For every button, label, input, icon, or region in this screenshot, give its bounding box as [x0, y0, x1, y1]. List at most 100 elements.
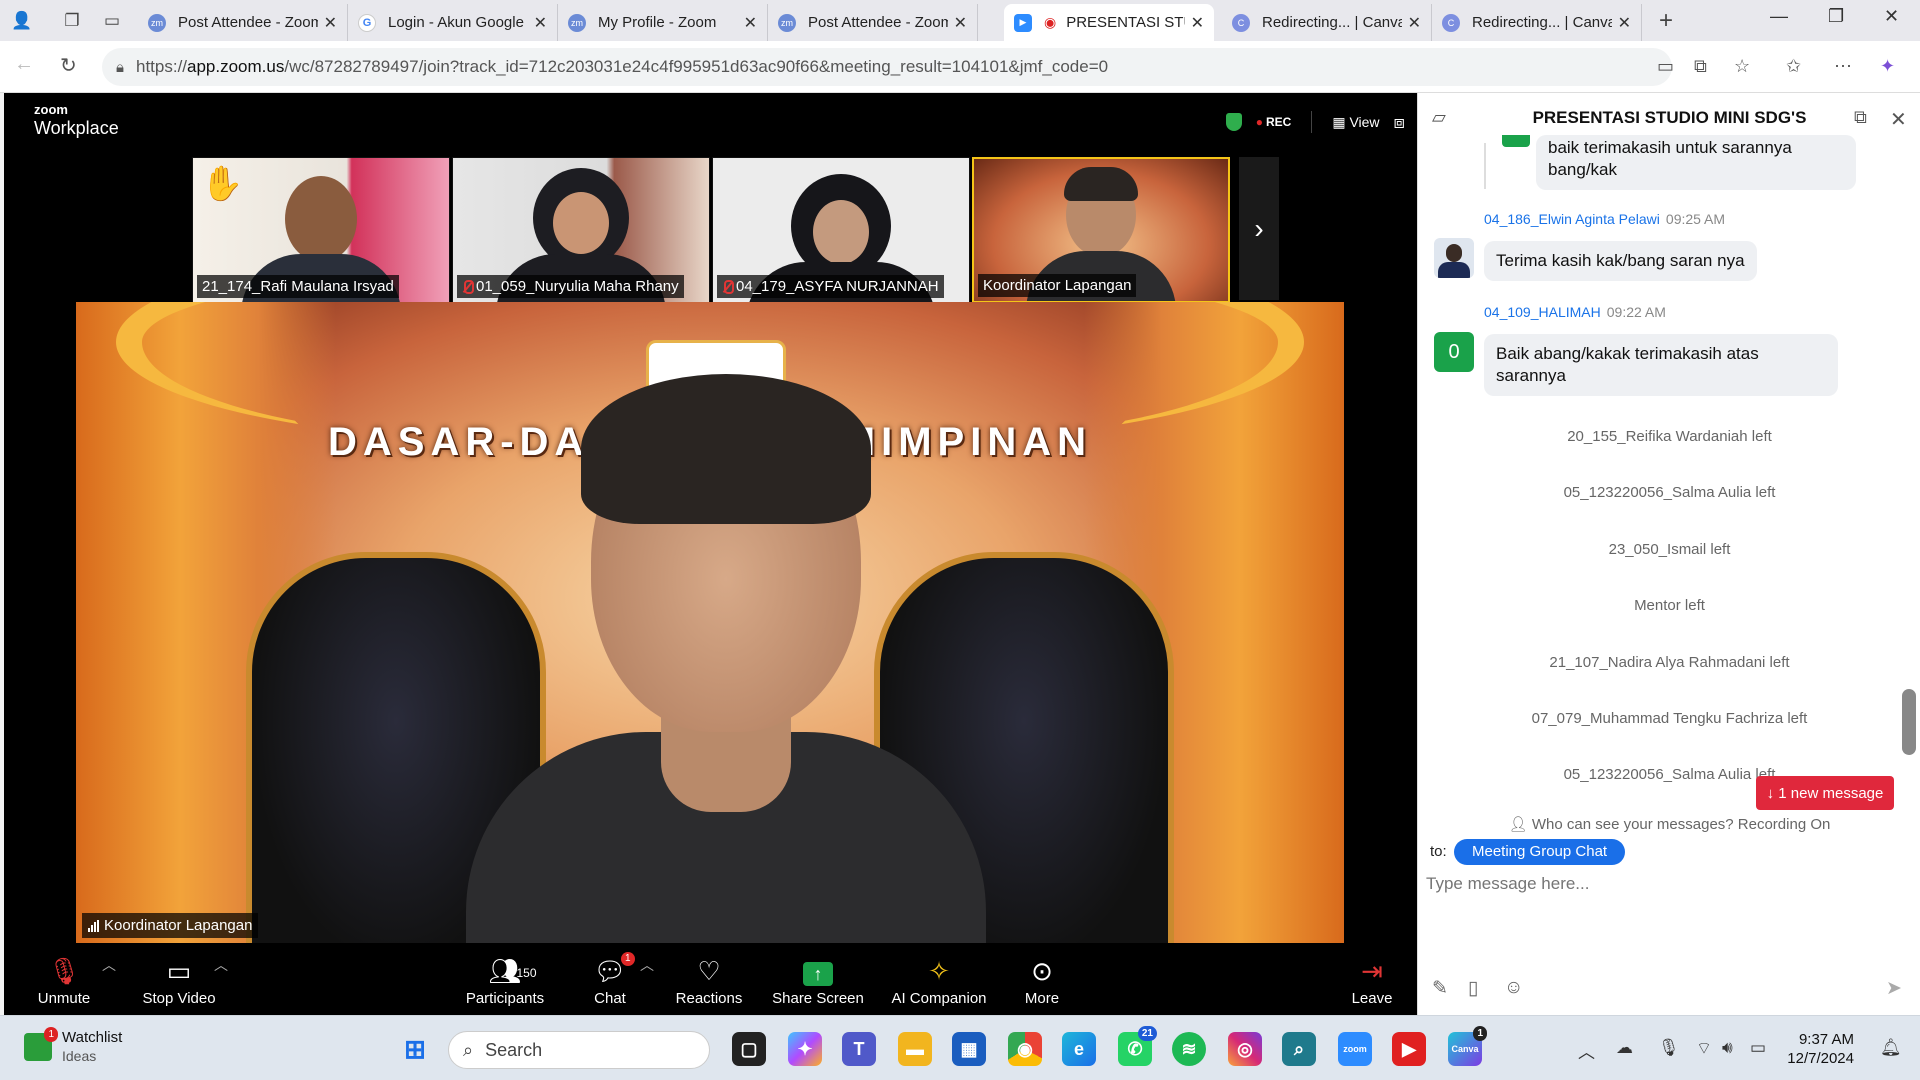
tab-login-google[interactable]: G Login - Akun Google ✕ [348, 4, 558, 41]
close-icon[interactable]: ✕ [744, 13, 757, 33]
copilot-icon[interactable]: ✦ [1880, 56, 1895, 77]
chat-scrollbar[interactable] [1902, 689, 1916, 755]
minimize-icon[interactable]: — [1770, 6, 1788, 27]
edge-icon[interactable]: e [1062, 1032, 1096, 1066]
new-tab-icon[interactable]: + [1652, 7, 1680, 35]
workspaces-icon[interactable]: ❐ [58, 7, 86, 35]
cast-icon[interactable]: ⧉ [1694, 56, 1707, 77]
battery-icon[interactable]: ▭ [1750, 1038, 1766, 1058]
task-view-icon[interactable]: ▢ [732, 1032, 766, 1066]
whatsapp-icon[interactable]: ✆ 21 [1118, 1026, 1157, 1066]
url-path: /wc/87282789497/join?track_id=712c203031… [284, 57, 1109, 76]
url-field[interactable]: 🔒︎ https://app.zoom.us/wc/87282789497/jo… [102, 48, 1672, 86]
chat-label: Chat [594, 990, 626, 1007]
file-attach-icon[interactable]: ▯ [1468, 977, 1478, 1000]
ai-companion-button[interactable]: ✧ AI Companion [886, 943, 992, 1015]
recipient-selector[interactable]: Meeting Group Chat [1454, 839, 1626, 865]
widget-title: Watchlist [62, 1029, 123, 1046]
watchlist-widget[interactable]: 1 Watchlist Ideas [24, 1027, 123, 1066]
instagram-icon[interactable]: ◎ [1228, 1032, 1262, 1066]
video-options-chevron-icon[interactable]: ︿ [214, 955, 228, 975]
chat-title-text: PRESENTASI STUDIO MINI SDG'S [1532, 108, 1807, 127]
unmute-button[interactable]: 🎙︎ Unmute [26, 943, 102, 1015]
file-explorer-icon[interactable]: ▬ [898, 1032, 932, 1066]
participant-thumbnail[interactable]: 01_059_Nuryulia Maha Rhany [452, 157, 710, 303]
close-icon[interactable]: ✕ [324, 13, 337, 33]
chat-panel: ▱ PRESENTASI STUDIO MINI SDG'S ⧉ ✕ baik … [1417, 93, 1920, 1015]
notifications-bell-icon[interactable]: 🔔︎ [1880, 1038, 1902, 1058]
leave-button[interactable]: ⇥ Leave [1344, 943, 1400, 1015]
new-message-button[interactable]: ↓ 1 new message [1756, 776, 1894, 810]
close-icon[interactable]: ✕ [1408, 13, 1421, 33]
microsoft-store-icon[interactable]: ▦ [952, 1032, 986, 1066]
more-menu-icon[interactable]: ⋯ [1834, 56, 1852, 77]
tab-actions-icon[interactable]: ▭ [98, 7, 126, 35]
cloud-icon[interactable]: ☁ [1616, 1038, 1633, 1058]
chat-message-sender[interactable]: 04_109_HALIMAH 09:22 AM [1484, 304, 1666, 320]
view-button[interactable]: ▦ View [1332, 114, 1379, 131]
show-hidden-icons-chevron-icon[interactable]: ︿ [1578, 1038, 1595, 1063]
chat-options-chevron-icon[interactable]: ︿ [640, 955, 654, 975]
reactions-button[interactable]: ♡ Reactions [674, 943, 744, 1015]
participant-thumbnail-active-speaker[interactable]: Koordinator Lapangan [972, 157, 1230, 303]
favorites-icon[interactable]: ✩ [1786, 56, 1801, 77]
next-page-arrow-icon[interactable]: › [1239, 157, 1279, 300]
refresh-icon[interactable]: ↻ [60, 53, 77, 78]
tab-canva-2[interactable]: C Redirecting... | Canva ✕ [1432, 4, 1642, 41]
zoom-icon[interactable]: zoom [1338, 1032, 1372, 1066]
message-visibility-link[interactable]: 👤︎ Who can see your messages? Recording … [1418, 815, 1920, 833]
close-chat-icon[interactable]: ✕ [1890, 107, 1907, 132]
logo-small-text: zoom [34, 102, 68, 117]
tab-post-attendee-2[interactable]: zm Post Attendee - Zoom ✕ [768, 4, 978, 41]
popout-chat-icon[interactable]: ⧉ [1854, 107, 1867, 128]
participant-thumbnail[interactable]: 04_179_ASYFA NURJANNAH [712, 157, 970, 303]
restore-icon[interactable]: ❐ [1828, 6, 1844, 27]
profile-icon[interactable]: 👤 [8, 7, 36, 35]
send-icon[interactable]: ➤ [1886, 977, 1902, 1000]
popout-window-icon[interactable]: ⧈ [1394, 112, 1405, 133]
stop-video-button[interactable]: ▭ Stop Video [134, 943, 224, 1015]
copilot-icon[interactable]: ✦ [788, 1032, 822, 1066]
chat-message-input[interactable] [1426, 869, 1906, 899]
format-text-icon[interactable]: ✎ [1432, 977, 1448, 1000]
windows-start-icon[interactable]: ⊞ [398, 1032, 432, 1066]
more-button[interactable]: ⊙ More [1014, 943, 1070, 1015]
chat-message-sender[interactable]: 04_186_Elwin Aginta Pelawi 09:25 AM [1484, 211, 1725, 227]
tab-post-attendee-1[interactable]: zm Post Attendee - Zoom ✕ [138, 4, 348, 41]
share-screen-button[interactable]: ↑ Share Screen [770, 943, 866, 1015]
close-icon[interactable]: ✕ [1618, 13, 1631, 33]
taskbar-search[interactable]: ⌕ Search [448, 1031, 710, 1069]
zoom-workplace-logo: zoom Workplace [34, 103, 119, 139]
wifi-icon[interactable]: ⌔ [1696, 1038, 1712, 1059]
emoji-icon[interactable]: ☺ [1504, 977, 1523, 999]
chat-button[interactable]: 💬︎ 1 Chat [584, 943, 636, 1015]
microphone-icon[interactable]: 🎙︎ [1658, 1038, 1680, 1058]
close-icon[interactable]: ✕ [954, 13, 967, 33]
taskbar-clock[interactable]: 9:37 AM 12/7/2024 [1774, 1030, 1854, 1068]
security-shield-icon[interactable] [1225, 113, 1242, 131]
canva-icon[interactable]: Canva 1 [1448, 1026, 1487, 1066]
search-app-icon[interactable]: ⌕ [1282, 1032, 1316, 1066]
tab-my-profile[interactable]: zm My Profile - Zoom ✕ [558, 4, 768, 41]
zoom-favicon-icon: zm [568, 13, 586, 32]
volume-icon[interactable]: 🔊︎ [1722, 1038, 1733, 1058]
spotify-icon[interactable]: ≋ [1172, 1032, 1206, 1066]
window-close-icon[interactable]: ✕ [1884, 6, 1899, 27]
search-placeholder: Search [485, 1039, 543, 1060]
stop-video-label: Stop Video [142, 990, 216, 1007]
participant-name: Koordinator Lapangan [978, 274, 1137, 297]
teams-icon[interactable]: T [842, 1032, 876, 1066]
youtube-icon[interactable]: ▶ [1392, 1032, 1426, 1066]
favorite-star-icon[interactable]: ☆ [1734, 56, 1750, 77]
close-icon[interactable]: ✕ [534, 13, 547, 33]
close-icon[interactable]: ✕ [1191, 13, 1204, 33]
chrome-icon[interactable]: ◉ [1008, 1032, 1042, 1066]
participant-thumbnail[interactable]: ✋ 21_174_Rafi Maulana Irsyad [192, 157, 450, 303]
participants-button[interactable]: 👥︎ 150 Participants [460, 943, 550, 1015]
back-icon[interactable]: ← [14, 53, 34, 76]
tab-canva-1[interactable]: C Redirecting... | Canva ✕ [1222, 4, 1432, 41]
tab-presentasi-active[interactable]: ▶ ◉ PRESENTASI STUDIO MINI SDG'S ✕ [1004, 4, 1214, 41]
audio-options-chevron-icon[interactable]: ︿ [102, 955, 116, 975]
camera-icon[interactable]: ▭ [1657, 56, 1674, 77]
tab-title: Post Attendee - Zoom [808, 14, 948, 31]
